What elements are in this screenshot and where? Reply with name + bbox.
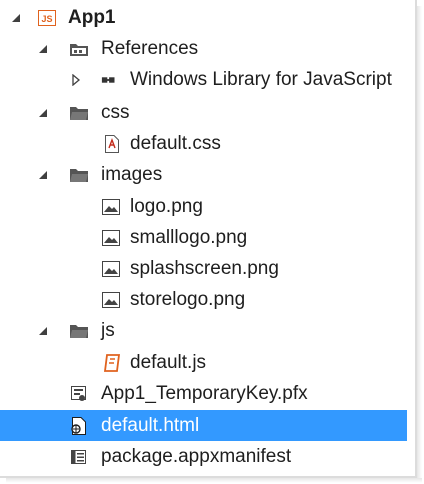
tree-node-label: default.html xyxy=(101,414,200,436)
tree-node-label: splashscreen.png xyxy=(130,257,279,279)
panel-shadow-right xyxy=(417,6,422,482)
tree-node-css-folder[interactable]: css xyxy=(0,97,407,128)
folder-icon xyxy=(70,104,88,122)
tree-node-label: default.css xyxy=(130,132,221,154)
tree-node-logo-png[interactable]: logo.png xyxy=(0,191,407,222)
collapse-arrow-icon[interactable] xyxy=(10,12,22,24)
collapse-arrow-icon[interactable] xyxy=(37,107,49,119)
tree-node-smalllogo-png[interactable]: smalllogo.png xyxy=(0,222,407,253)
tree-node-images-folder[interactable]: images xyxy=(0,159,407,190)
tree-node-package-appxmanifest[interactable]: package.appxmanifest xyxy=(0,441,407,472)
svg-text:JS: JS xyxy=(41,14,52,24)
tree-node-label: App1_TemporaryKey.pfx xyxy=(101,382,308,404)
folder-icon xyxy=(70,166,88,184)
tree-node-label: js xyxy=(101,319,115,341)
tree-node-storelogo-png[interactable]: storelogo.png xyxy=(0,284,407,315)
tree-node-label: smalllogo.png xyxy=(130,226,248,248)
tree-node-label: default.js xyxy=(130,351,207,373)
tree-node-label: logo.png xyxy=(130,195,203,217)
tree-node-splashscreen-png[interactable]: splashscreen.png xyxy=(0,253,407,284)
references-folder-icon xyxy=(70,40,88,58)
collapse-arrow-icon[interactable] xyxy=(37,325,49,337)
certificate-key-icon xyxy=(70,385,88,403)
css-file-icon xyxy=(103,134,121,153)
panel-shadow-bottom xyxy=(6,478,422,483)
tree-node-app1-project[interactable]: JS App1 xyxy=(0,2,407,33)
tree-node-label: References xyxy=(101,37,199,59)
html-file-icon xyxy=(70,416,88,435)
collapse-arrow-icon[interactable] xyxy=(37,43,49,55)
tree-node-label: images xyxy=(101,163,163,185)
tree-node-references[interactable]: References xyxy=(0,33,407,64)
tree-node-label: Windows Library for JavaScript xyxy=(130,68,392,90)
image-file-icon xyxy=(102,260,120,278)
tree-node-default-css[interactable]: default.css xyxy=(0,128,407,159)
tree-node-label: App1 xyxy=(68,6,116,28)
tree-node-temporary-key-pfx[interactable]: App1_TemporaryKey.pfx xyxy=(0,378,407,409)
tree-node-winjs-reference[interactable]: Windows Library for JavaScript xyxy=(0,64,407,95)
image-file-icon xyxy=(102,229,120,247)
collapse-arrow-icon[interactable] xyxy=(37,169,49,181)
expand-arrow-icon[interactable] xyxy=(70,73,82,86)
folder-icon xyxy=(70,322,88,340)
library-reference-icon xyxy=(101,71,119,89)
tree-node-label: package.appxmanifest xyxy=(101,445,292,467)
tree-node-label: css xyxy=(101,101,130,123)
javascript-file-icon xyxy=(103,353,121,372)
image-file-icon xyxy=(102,291,120,309)
tree-node-default-html-selected[interactable]: default.html xyxy=(0,410,407,441)
tree-node-default-js[interactable]: default.js xyxy=(0,347,407,378)
tree-node-label: storelogo.png xyxy=(130,288,246,310)
manifest-file-icon xyxy=(70,448,88,466)
javascript-project-icon: JS xyxy=(38,9,56,27)
image-file-icon xyxy=(102,198,120,216)
tree-node-js-folder[interactable]: js xyxy=(0,315,407,346)
